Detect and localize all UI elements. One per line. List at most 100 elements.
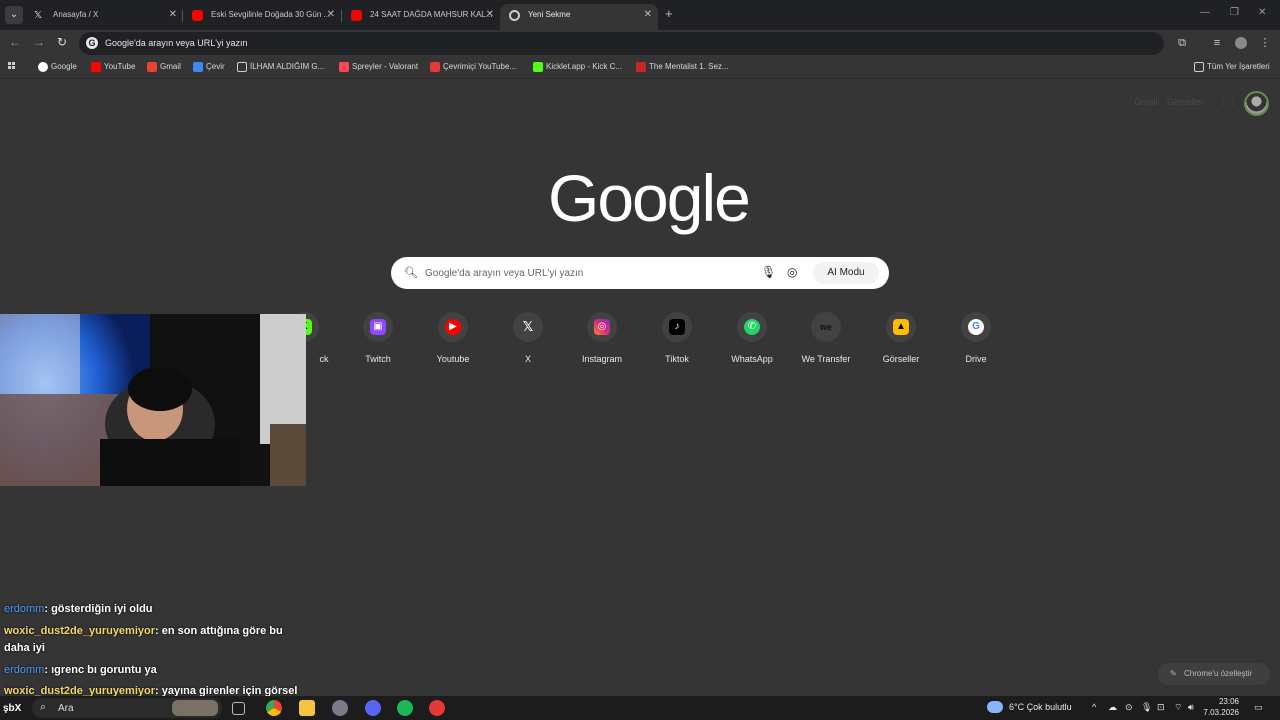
valorant-icon xyxy=(339,62,349,72)
spotify-icon[interactable] xyxy=(397,700,413,716)
images-link[interactable]: Görseller xyxy=(1167,97,1204,107)
minimize-button[interactable]: — xyxy=(1200,7,1210,18)
tab-new-tab[interactable]: Yeni Sekme ✕ xyxy=(500,4,658,30)
search-icon: 🔍︎ xyxy=(404,267,418,279)
bookmark-folder[interactable]: İLHAM ALDIĞIM G... xyxy=(237,62,324,72)
tab-youtube-1[interactable]: Eski Sevgilinle Doğada 30 Gün ... ✕ xyxy=(183,4,341,30)
google-icon: G xyxy=(968,319,984,335)
tab-search-button[interactable]: ⌄ xyxy=(5,6,23,24)
images-icon: ▲ xyxy=(893,319,909,335)
taskbar: şbX ⌕ Ara 6°C Çok bulutlu ^ ☁ ⊙ 🎙︎ ⊡ ⌔ 🔊… xyxy=(0,696,1280,720)
bookmark-mentalist[interactable]: The Mentalist 1. Sez... xyxy=(636,62,729,72)
instagram-icon: ◎ xyxy=(594,319,610,335)
chrome-icon xyxy=(509,10,520,21)
address-bar[interactable]: G Google'da arayın veya URL'yi yazın xyxy=(79,32,1164,55)
network-icon[interactable]: ⊡ xyxy=(1157,702,1165,713)
close-icon[interactable]: ✕ xyxy=(486,4,494,26)
bookmark-google[interactable]: Google xyxy=(38,62,77,72)
new-tab-button[interactable]: + xyxy=(665,6,673,21)
bookmark-youtube[interactable]: YouTube xyxy=(91,62,135,72)
tv-icon xyxy=(636,62,646,72)
clock-date[interactable]: 7.03.2026 xyxy=(1203,708,1239,717)
volume-icon[interactable]: 🔊︎ xyxy=(1188,702,1194,713)
search-box[interactable]: 🔍︎ Google'da arayın veya URL'yi yazın 🎙︎… xyxy=(391,257,889,289)
weather-icon xyxy=(987,701,1003,713)
kick-icon xyxy=(533,62,543,72)
microphone-icon[interactable]: 🎙︎ xyxy=(761,265,776,279)
shortcut-youtube[interactable]: ▶ Youtube xyxy=(417,312,489,364)
bookmarks-bar: Google YouTube Gmail Çevir İLHAM ALDIĞIM… xyxy=(0,57,1280,79)
start-button[interactable]: şbX xyxy=(3,703,21,714)
close-icon[interactable]: ✕ xyxy=(169,4,177,26)
apps-grid-icon[interactable] xyxy=(8,62,18,72)
security-icon[interactable]: ⊙ xyxy=(1125,702,1133,713)
shortcut-tiktok[interactable]: ♪ Tiktok xyxy=(641,312,713,364)
onedrive-icon[interactable]: ☁ xyxy=(1108,702,1117,713)
wifi-icon[interactable]: ⌔ xyxy=(1174,702,1182,713)
toolbar: ← → ↻ G Google'da arayın veya URL'yi yaz… xyxy=(0,30,1280,57)
media-control-icon[interactable]: ≡ xyxy=(1211,37,1223,49)
gmail-link[interactable]: Gmail xyxy=(1134,97,1158,107)
bookmark-kicklet[interactable]: Kicklet.app - Kick C... xyxy=(533,62,622,72)
wetransfer-icon: we xyxy=(819,322,832,332)
shortcut-whatsapp[interactable]: ✆ WhatsApp xyxy=(716,312,788,364)
shortcut-wetransfer[interactable]: we We Transfer xyxy=(790,312,862,364)
tab-title: 24 SAAT DAĞDA MAHSUR KAL... xyxy=(370,10,493,19)
restore-button[interactable]: ❐ xyxy=(1230,7,1239,18)
tab-title: Eski Sevgilinle Doğada 30 Gün ... xyxy=(211,10,331,19)
reload-icon[interactable]: ↻ xyxy=(57,35,67,49)
youtube-icon: ▶ xyxy=(445,319,461,335)
youtube-icon xyxy=(351,10,362,21)
weather-text[interactable]: 6°C Çok bulutlu xyxy=(1009,702,1072,712)
shortcut-instagram[interactable]: ◎ Instagram xyxy=(566,312,638,364)
close-window-button[interactable]: ✕ xyxy=(1258,7,1266,18)
bookmark-valorant[interactable]: Spreyler - Valorant xyxy=(339,62,418,72)
gmail-icon xyxy=(147,62,157,72)
file-explorer-icon[interactable] xyxy=(299,700,315,716)
google-lens-icon[interactable]: ◎ xyxy=(787,265,797,279)
tab-strip: ⌄ 𝕏 Anasayfa / X ✕ Eski Sevgilinle Doğad… xyxy=(0,0,1280,30)
tiktok-icon: ♪ xyxy=(669,319,685,335)
folder-icon xyxy=(237,62,247,72)
tab-youtube-2[interactable]: 24 SAAT DAĞDA MAHSUR KAL... ✕ xyxy=(342,4,500,30)
menu-icon[interactable]: ⋮ xyxy=(1259,37,1271,49)
search-input[interactable]: Google'da arayın veya URL'yi yazın xyxy=(425,268,583,279)
tab-x-home[interactable]: 𝕏 Anasayfa / X ✕ xyxy=(25,4,183,30)
close-icon[interactable]: ✕ xyxy=(327,4,335,26)
chat-message: woxic_dust2de_yuruyemiyor: en son attığı… xyxy=(4,625,283,654)
address-text: Google'da arayın veya URL'yi yazın xyxy=(105,38,248,48)
close-icon[interactable]: ✕ xyxy=(644,4,652,26)
tab-title: Yeni Sekme xyxy=(528,10,571,19)
bookmark-translate[interactable]: Çevir xyxy=(193,62,225,72)
shortcut-x[interactable]: 𝕏 X xyxy=(492,312,564,364)
clock-time[interactable]: 23:06 xyxy=(1207,697,1239,706)
back-arrow-icon[interactable]: ← xyxy=(9,35,21,49)
all-bookmarks[interactable]: Tüm Yer İşaretleri xyxy=(1194,62,1270,72)
taskbar-search[interactable]: ⌕ Ara xyxy=(32,698,222,718)
microphone-icon[interactable]: 🎙︎ xyxy=(1141,702,1152,713)
shortcut-drive[interactable]: G Drive xyxy=(940,312,1012,364)
notification-icon[interactable]: ▭ xyxy=(1254,702,1263,713)
ai-mode-button[interactable]: AI Modu xyxy=(813,262,879,284)
chrome-taskbar-icon[interactable] xyxy=(266,700,282,716)
profile-icon[interactable] xyxy=(1235,37,1247,49)
extensions-icon[interactable]: ⧉ xyxy=(1176,37,1188,49)
customize-chrome-button[interactable]: ✎ Chrome'u özelleştir xyxy=(1158,663,1270,685)
obs-icon[interactable] xyxy=(429,700,445,716)
webcam-image xyxy=(0,314,306,486)
shortcut-twitch[interactable]: ▣ Twitch xyxy=(342,312,414,364)
translate-icon xyxy=(193,62,203,72)
discord-icon[interactable] xyxy=(365,700,381,716)
youtube-icon xyxy=(430,62,440,72)
google-apps-icon[interactable]: ⋮⋮ xyxy=(1218,97,1238,109)
bookmark-youtube-online[interactable]: Çevrimiçi YouTube... xyxy=(430,62,516,72)
shortcut-images[interactable]: ▲ Görseller xyxy=(865,312,937,364)
bookmark-gmail[interactable]: Gmail xyxy=(147,62,181,72)
avatar[interactable] xyxy=(1244,91,1269,116)
chat-message: woxic_dust2de_yuruyemiyor: yayına girenl… xyxy=(4,685,298,696)
whatsapp-icon: ✆ xyxy=(744,319,760,335)
task-view-icon[interactable] xyxy=(232,702,245,715)
forward-arrow-icon[interactable]: → xyxy=(33,35,45,49)
chevron-up-icon[interactable]: ^ xyxy=(1092,702,1096,712)
app-taskbar-icon[interactable] xyxy=(332,700,348,716)
